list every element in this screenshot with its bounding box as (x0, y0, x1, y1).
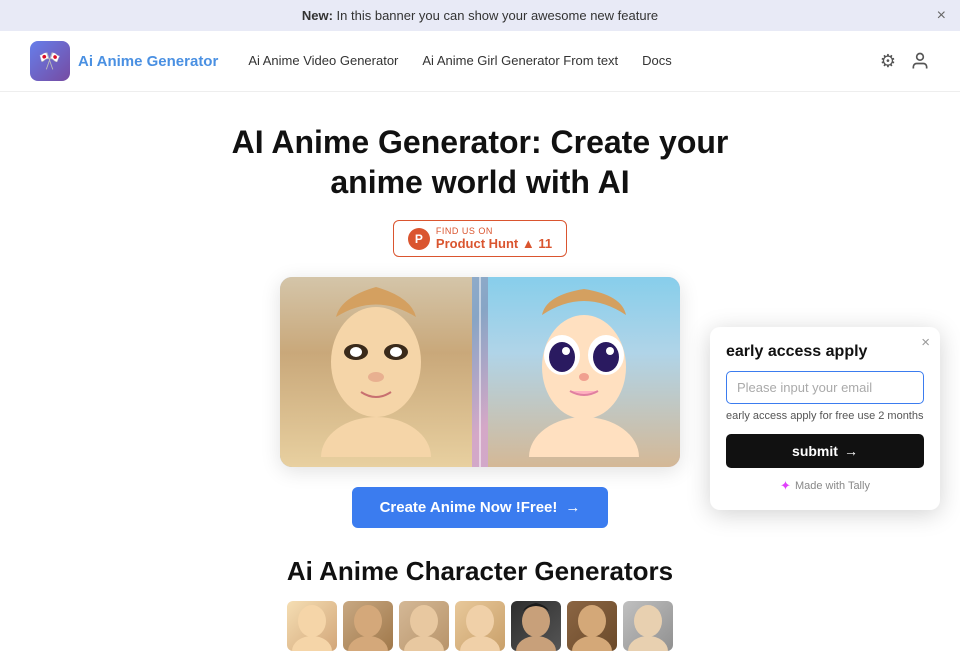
popup-title: early access apply (726, 343, 924, 361)
tally-label: Made with Tally (795, 480, 870, 492)
early-access-popup: × early access apply early access apply … (710, 327, 940, 510)
product-hunt-label: Product Hunt ▲ 11 (436, 236, 552, 251)
logo-icon: 🎌 (30, 41, 70, 81)
banner-body: In this banner you can show your awesome… (333, 8, 658, 23)
hero-face-real (280, 277, 472, 467)
banner-prefix: New: (302, 8, 333, 23)
popup-hint: early access apply for free use 2 months (726, 410, 924, 422)
nav-link-video[interactable]: Ai Anime Video Generator (248, 53, 398, 70)
logo-link[interactable]: 🎌 Ai Anime Generator (30, 41, 218, 81)
cta-button[interactable]: Create Anime Now !Free! → (352, 487, 609, 528)
avatar-thumb-3 (399, 601, 449, 651)
banner-close-button[interactable]: × (937, 8, 946, 24)
product-hunt-info: FIND US ON Product Hunt ▲ 11 (436, 226, 552, 251)
popup-footer: ✦ Made with Tally (726, 478, 924, 494)
nav-link-girl[interactable]: Ai Anime Girl Generator From text (422, 53, 618, 70)
characters-section-title: Ai Anime Character Generators (20, 556, 940, 587)
logo-text: Ai Anime Generator (78, 53, 218, 70)
product-hunt-name: Product Hunt (436, 236, 518, 251)
banner-text: New: In this banner you can show your aw… (302, 8, 658, 23)
navigation: 🎌 Ai Anime Generator Ai Anime Video Gene… (0, 31, 960, 92)
avatar-thumb-4 (455, 601, 505, 651)
nav-actions: ⚙ (880, 51, 930, 72)
cta-arrow-icon: → (565, 499, 580, 516)
hero-image (280, 277, 680, 467)
face-divider (479, 277, 481, 467)
avatar-row (20, 601, 940, 651)
nav-links: Ai Anime Video Generator Ai Anime Girl G… (248, 53, 850, 70)
hero-image-placeholder (280, 277, 680, 467)
product-hunt-votes: ▲ 11 (522, 236, 552, 251)
settings-icon-button[interactable]: ⚙ (880, 51, 896, 72)
popup-close-button[interactable]: × (921, 335, 930, 350)
tally-star-icon: ✦ (780, 478, 791, 494)
submit-label: submit (792, 443, 838, 459)
product-hunt-find-label: FIND US ON (436, 226, 493, 236)
cta-label: Create Anime Now !Free! (380, 499, 558, 516)
avatar-thumb-5 (511, 601, 561, 651)
user-icon-button[interactable] (910, 51, 930, 71)
hero-face-anime (488, 277, 680, 467)
hero-title: AI Anime Generator: Create your anime wo… (230, 122, 730, 202)
announcement-banner: New: In this banner you can show your aw… (0, 0, 960, 31)
product-hunt-icon: P (408, 228, 430, 250)
avatar-thumb-1 (287, 601, 337, 651)
avatar-thumb-2 (343, 601, 393, 651)
nav-link-docs[interactable]: Docs (642, 53, 672, 70)
product-hunt-badge[interactable]: P FIND US ON Product Hunt ▲ 11 (393, 220, 567, 257)
submit-arrow-icon: → (844, 443, 858, 459)
avatar-thumb-6 (567, 601, 617, 651)
email-input[interactable] (726, 371, 924, 404)
avatar-thumb-7 (623, 601, 673, 651)
popup-submit-button[interactable]: submit → (726, 434, 924, 468)
